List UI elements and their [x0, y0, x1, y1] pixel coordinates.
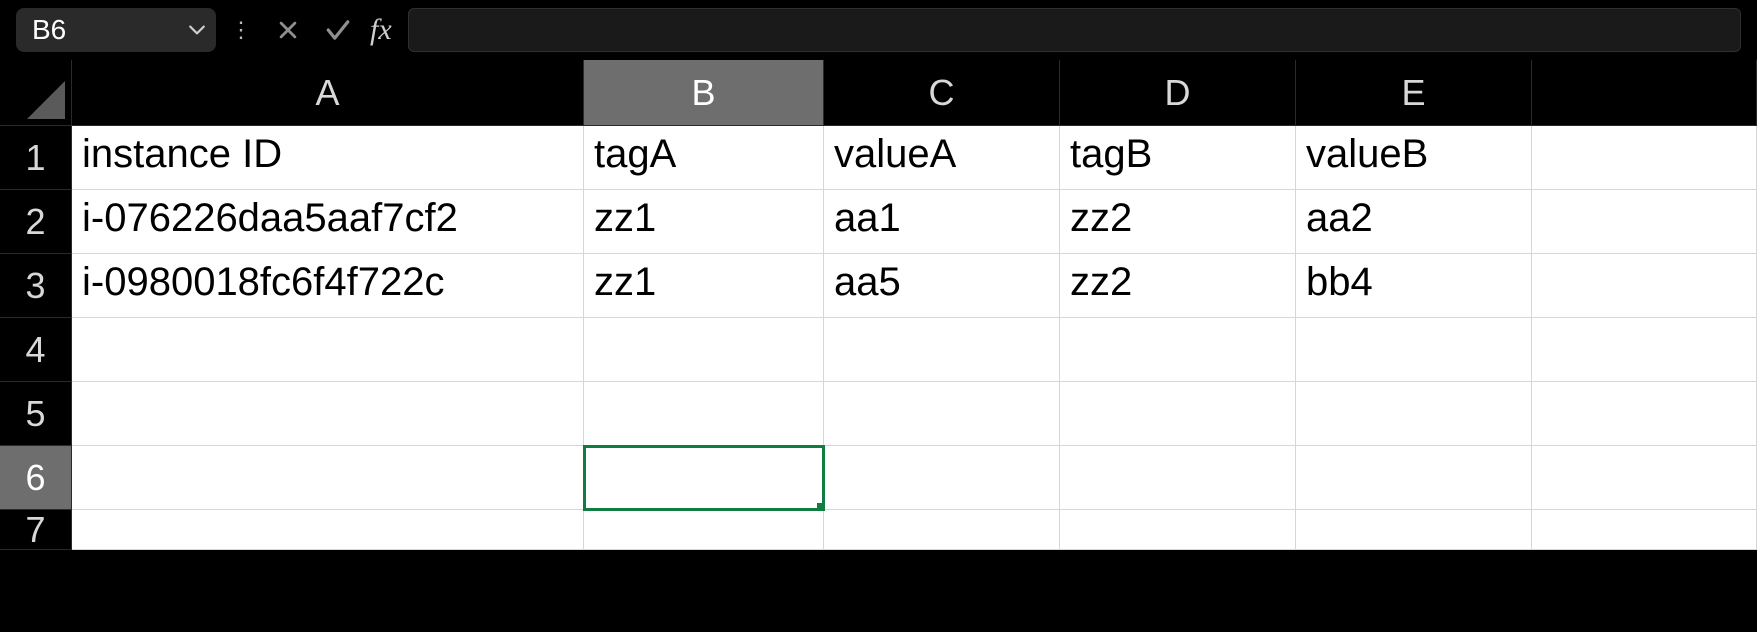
cell[interactable]: tagA: [584, 126, 824, 190]
cell[interactable]: tagB: [1060, 126, 1296, 190]
cell[interactable]: [824, 446, 1060, 510]
column-header[interactable]: D: [1060, 60, 1296, 126]
name-box-value: B6: [32, 14, 66, 46]
row-header[interactable]: 4: [0, 318, 72, 382]
row-header[interactable]: 1: [0, 126, 72, 190]
table-row: 2 i-076226daa5aaf7cf2 zz1 aa1 zz2 aa2: [0, 190, 1757, 254]
cell[interactable]: aa5: [824, 254, 1060, 318]
cell[interactable]: [1060, 510, 1296, 550]
table-row: 1 instance ID tagA valueA tagB valueB: [0, 126, 1757, 190]
cell[interactable]: i-0980018fc6f4f722c: [72, 254, 584, 318]
name-box[interactable]: B6: [16, 8, 216, 52]
cell[interactable]: [824, 382, 1060, 446]
fx-icon[interactable]: fx: [368, 13, 398, 47]
cell[interactable]: [824, 510, 1060, 550]
spreadsheet-grid: A B C D E 1 instance ID tagA valueA tagB…: [0, 60, 1757, 550]
table-row: 3 i-0980018fc6f4f722c zz1 aa5 zz2 bb4: [0, 254, 1757, 318]
formula-input[interactable]: [408, 8, 1741, 52]
enter-button[interactable]: [318, 10, 358, 50]
cell[interactable]: aa1: [824, 190, 1060, 254]
cell[interactable]: valueB: [1296, 126, 1532, 190]
column-header[interactable]: C: [824, 60, 1060, 126]
cell-selected[interactable]: [584, 446, 824, 510]
cell[interactable]: [1060, 382, 1296, 446]
cell[interactable]: [584, 382, 824, 446]
cell[interactable]: zz2: [1060, 254, 1296, 318]
row-header[interactable]: 6: [0, 446, 72, 510]
cell[interactable]: [1532, 190, 1757, 254]
cell[interactable]: [1532, 446, 1757, 510]
cell[interactable]: [1060, 318, 1296, 382]
cell[interactable]: [72, 446, 584, 510]
cell[interactable]: zz1: [584, 190, 824, 254]
cell[interactable]: i-076226daa5aaf7cf2: [72, 190, 584, 254]
cell[interactable]: [1296, 510, 1532, 550]
cell[interactable]: [1296, 382, 1532, 446]
separator-dots-icon: ⋮: [226, 17, 258, 43]
cell[interactable]: [1532, 254, 1757, 318]
cell[interactable]: zz2: [1060, 190, 1296, 254]
row-header[interactable]: 7: [0, 510, 72, 550]
column-header[interactable]: E: [1296, 60, 1532, 126]
cell[interactable]: [1532, 126, 1757, 190]
cell[interactable]: [72, 318, 584, 382]
cell[interactable]: [1532, 510, 1757, 550]
cell[interactable]: [1532, 382, 1757, 446]
cell[interactable]: instance ID: [72, 126, 584, 190]
table-row: 6: [0, 446, 1757, 510]
column-header[interactable]: B: [584, 60, 824, 126]
column-header-row: A B C D E: [0, 60, 1757, 126]
formula-bar: B6 ⋮ fx: [0, 0, 1757, 60]
row-header[interactable]: 3: [0, 254, 72, 318]
cell[interactable]: [72, 510, 584, 550]
cell[interactable]: [1532, 318, 1757, 382]
row-header[interactable]: 5: [0, 382, 72, 446]
cell[interactable]: zz1: [584, 254, 824, 318]
table-row: 7: [0, 510, 1757, 550]
table-row: 5: [0, 382, 1757, 446]
row-header[interactable]: 2: [0, 190, 72, 254]
cell[interactable]: [1296, 446, 1532, 510]
select-all-corner[interactable]: [0, 60, 72, 126]
cell[interactable]: valueA: [824, 126, 1060, 190]
cell[interactable]: aa2: [1296, 190, 1532, 254]
cell[interactable]: [824, 318, 1060, 382]
table-row: 4: [0, 318, 1757, 382]
cell[interactable]: bb4: [1296, 254, 1532, 318]
column-header[interactable]: [1532, 60, 1757, 126]
cell[interactable]: [584, 318, 824, 382]
column-header[interactable]: A: [72, 60, 584, 126]
cell[interactable]: [1060, 446, 1296, 510]
cancel-button[interactable]: [268, 10, 308, 50]
cell[interactable]: [72, 382, 584, 446]
cell[interactable]: [584, 510, 824, 550]
chevron-down-icon[interactable]: [188, 21, 206, 39]
cell[interactable]: [1296, 318, 1532, 382]
